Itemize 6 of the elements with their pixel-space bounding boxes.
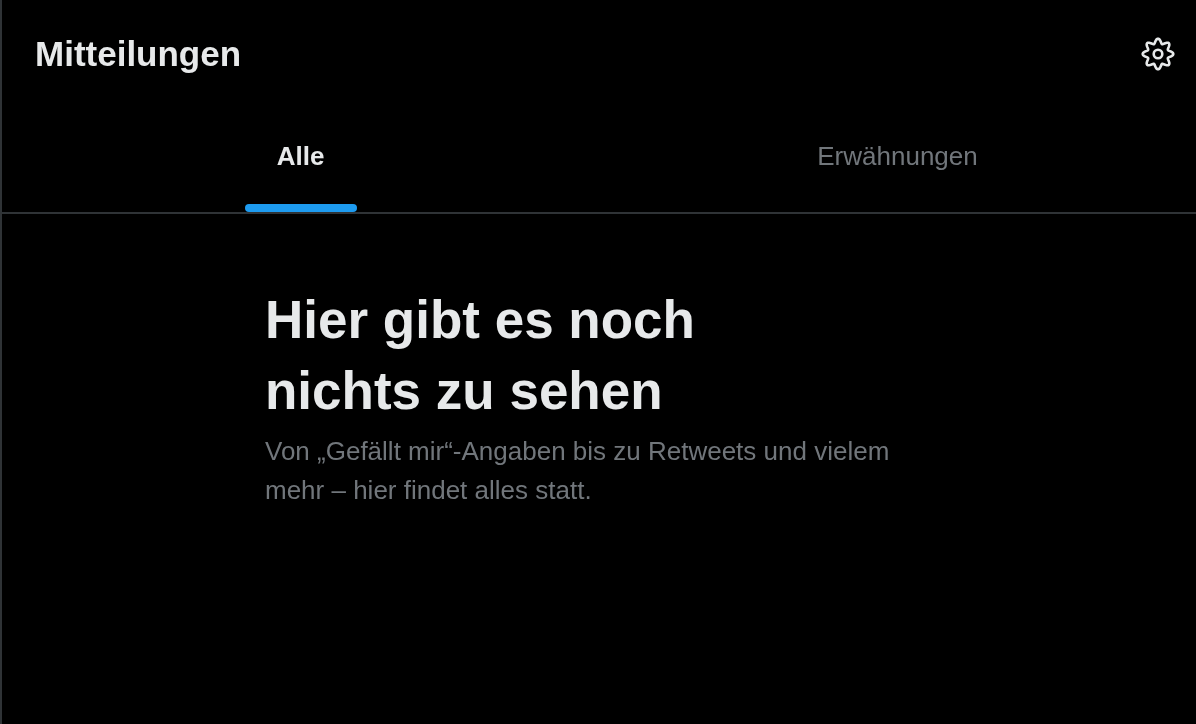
empty-state-heading: Hier gibt es noch nichts zu sehen: [265, 289, 696, 422]
empty-state-text: Von „Gefällt mir“-Angaben bis zu Retweets und vielem mehr – hier findet alles statt.: [265, 435, 891, 507]
tab[interactable]: Alle: [2, 107, 599, 212]
tab[interactable]: Erwähnungen: [599, 107, 1196, 212]
settings-icon[interactable]: [1140, 35, 1176, 72]
page-title: Mitteilungen: [35, 32, 242, 75]
